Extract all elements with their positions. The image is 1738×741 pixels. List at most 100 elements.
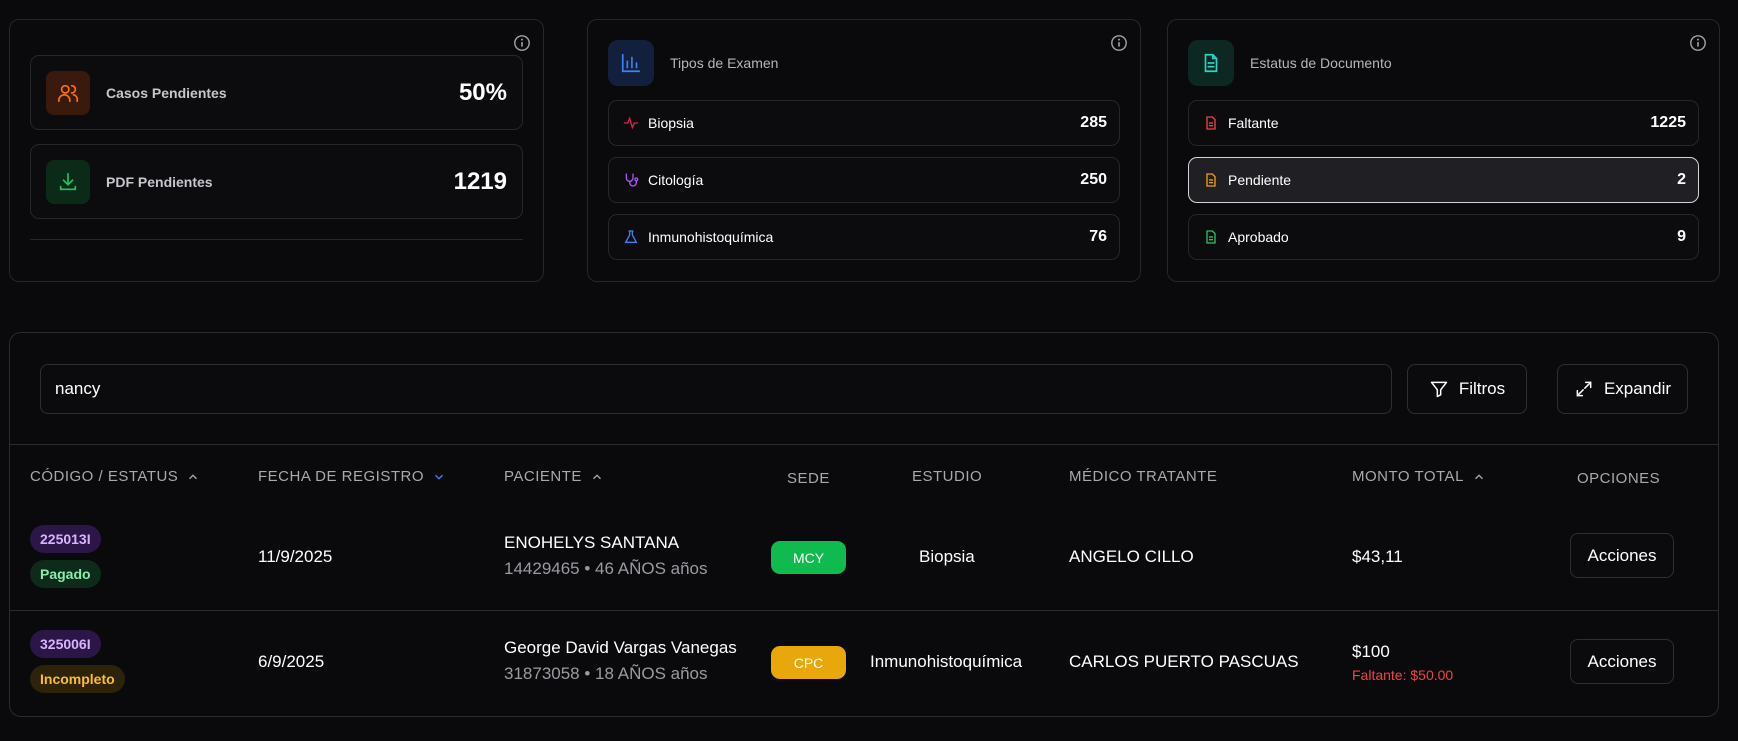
header-fecha-label: FECHA DE REGISTRO <box>258 468 425 485</box>
pending-summary-card: Casos Pendientes 50% PDF Pendientes 1219 <box>9 19 544 282</box>
doc-status-value: 1225 <box>1650 114 1686 131</box>
pdf-pendientes-label: PDF Pendientes <box>106 173 213 190</box>
status-badge: Incompleto <box>30 665 125 693</box>
header-monto-label: MONTO TOTAL <box>1352 468 1464 485</box>
exam-type-inmuno[interactable]: Inmunohistoquímica 76 <box>608 214 1120 260</box>
document-status-title: Estatus de Documento <box>1250 55 1392 71</box>
search-input[interactable] <box>40 364 1392 414</box>
exam-types-title: Tipos de Examen <box>670 55 779 71</box>
header-sede-label: SEDE <box>787 470 830 487</box>
exam-type-label: Citología <box>648 172 704 188</box>
header-fecha[interactable]: FECHA DE REGISTRO <box>258 468 446 485</box>
patient-name: ENOHELYS SANTANA <box>504 533 680 552</box>
amount-cell: $100 <box>1352 642 1390 661</box>
chevron-up-icon <box>189 473 198 479</box>
row-divider <box>10 610 1718 611</box>
amount-cell: $43,11 <box>1352 547 1403 566</box>
exam-type-label: Biopsia <box>648 115 694 131</box>
casos-pendientes-row[interactable]: Casos Pendientes 50% <box>30 55 523 130</box>
exam-types-card: Tipos de Examen Biopsia 285 Citología 25… <box>587 19 1141 282</box>
header-medico-label: MÉDICO TRATANTE <box>1069 468 1218 485</box>
date-cell: 6/9/2025 <box>258 652 325 671</box>
doc-status-value: 2 <box>1677 171 1686 188</box>
download-icon <box>46 159 90 204</box>
info-icon[interactable] <box>1110 34 1128 52</box>
exam-type-value: 76 <box>1089 228 1107 245</box>
header-sede: SEDE <box>787 470 830 487</box>
doc-status-pendiente[interactable]: Pendiente 2 <box>1188 157 1699 203</box>
patient-age: 46 AÑOS años <box>595 559 708 578</box>
header-divider <box>10 444 1718 445</box>
header-estudio-label: ESTUDIO <box>912 468 983 485</box>
doc-status-aprobado[interactable]: Aprobado 9 <box>1188 214 1699 260</box>
flask-icon <box>623 229 639 245</box>
users-icon <box>46 70 90 115</box>
case-code-badge: 225013I <box>30 525 101 553</box>
actions-button[interactable]: Acciones <box>1570 639 1674 684</box>
header-monto[interactable]: MONTO TOTAL <box>1352 468 1486 485</box>
header-opciones: OPCIONES <box>1577 470 1660 487</box>
expand-icon <box>1576 381 1592 397</box>
info-icon[interactable] <box>1689 34 1707 52</box>
expand-button[interactable]: Expandir <box>1557 364 1688 414</box>
exam-type-biopsia[interactable]: Biopsia 285 <box>608 100 1120 146</box>
bar-chart-icon <box>608 40 654 86</box>
separator-dot: • <box>579 559 596 578</box>
header-paciente[interactable]: PACIENTE <box>504 468 604 485</box>
actions-button[interactable]: Acciones <box>1570 533 1674 578</box>
info-icon[interactable] <box>513 34 531 52</box>
file-icon <box>1203 172 1219 188</box>
doc-status-label: Faltante <box>1228 115 1279 131</box>
filters-label: Filtros <box>1458 379 1506 398</box>
header-codigo-label: CÓDIGO / ESTATUS <box>30 468 179 485</box>
patient-meta: 14429465 • 46 AÑOS años <box>504 559 708 579</box>
document-icon <box>1188 40 1234 86</box>
file-icon <box>1203 115 1219 131</box>
activity-icon <box>623 115 639 131</box>
doc-status-faltante[interactable]: Faltante 1225 <box>1188 100 1699 146</box>
case-code-badge: 325006I <box>30 630 101 658</box>
patient-age: 18 AÑOS años <box>595 664 708 683</box>
doc-status-label: Aprobado <box>1228 229 1289 245</box>
patient-name: George David Vargas Vanegas <box>504 638 737 657</box>
file-icon <box>1203 229 1219 245</box>
chevron-down-icon <box>435 474 443 480</box>
casos-pendientes-label: Casos Pendientes <box>106 84 227 101</box>
exam-type-value: 250 <box>1080 171 1107 188</box>
header-medico: MÉDICO TRATANTE <box>1069 468 1217 485</box>
filters-button[interactable]: Filtros <box>1407 364 1527 414</box>
filter-icon <box>1430 381 1448 398</box>
doctor-cell: ANGELO CILLO <box>1069 547 1194 566</box>
study-cell: Biopsia <box>919 547 975 566</box>
expand-label: Expandir <box>1603 379 1672 398</box>
sede-badge: CPC <box>771 646 846 679</box>
status-badge: Pagado <box>30 560 101 588</box>
separator-dot: • <box>579 664 596 683</box>
amount-missing-note: Faltante: $50.00 <box>1352 667 1454 683</box>
header-codigo[interactable]: CÓDIGO / ESTATUS <box>30 468 200 485</box>
patient-id: 14429465 <box>504 559 580 578</box>
card-divider <box>30 239 523 240</box>
stethoscope-icon <box>623 172 639 188</box>
document-status-card: Estatus de Documento Faltante 1225 Pendi… <box>1167 19 1720 282</box>
patient-id: 31873058 <box>504 664 580 683</box>
study-cell: Inmunohistoquímica <box>870 652 1023 671</box>
date-cell: 11/9/2025 <box>258 547 333 566</box>
header-opciones-label: OPCIONES <box>1577 470 1661 487</box>
chevron-up-icon <box>1474 473 1483 479</box>
exam-type-citologia[interactable]: Citología 250 <box>608 157 1120 203</box>
doc-status-label: Pendiente <box>1228 172 1292 188</box>
exam-type-label: Inmunohistoquímica <box>648 229 774 245</box>
patient-meta: 31873058 • 18 AÑOS años <box>504 664 708 684</box>
casos-pendientes-value: 50% <box>458 78 507 106</box>
pdf-pendientes-value: 1219 <box>453 167 507 195</box>
header-paciente-label: PACIENTE <box>504 468 582 485</box>
doc-status-value: 9 <box>1677 228 1686 245</box>
cases-table-card: Filtros Expandir CÓDIGO / ESTATUS FECHA … <box>9 332 1719 717</box>
doctor-cell: CARLOS PUERTO PASCUAS <box>1069 652 1299 671</box>
exam-type-value: 285 <box>1080 114 1107 131</box>
header-estudio: ESTUDIO <box>912 468 982 485</box>
pdf-pendientes-row[interactable]: PDF Pendientes 1219 <box>30 144 523 219</box>
chevron-up-icon <box>592 473 601 479</box>
sede-badge: MCY <box>771 541 846 574</box>
